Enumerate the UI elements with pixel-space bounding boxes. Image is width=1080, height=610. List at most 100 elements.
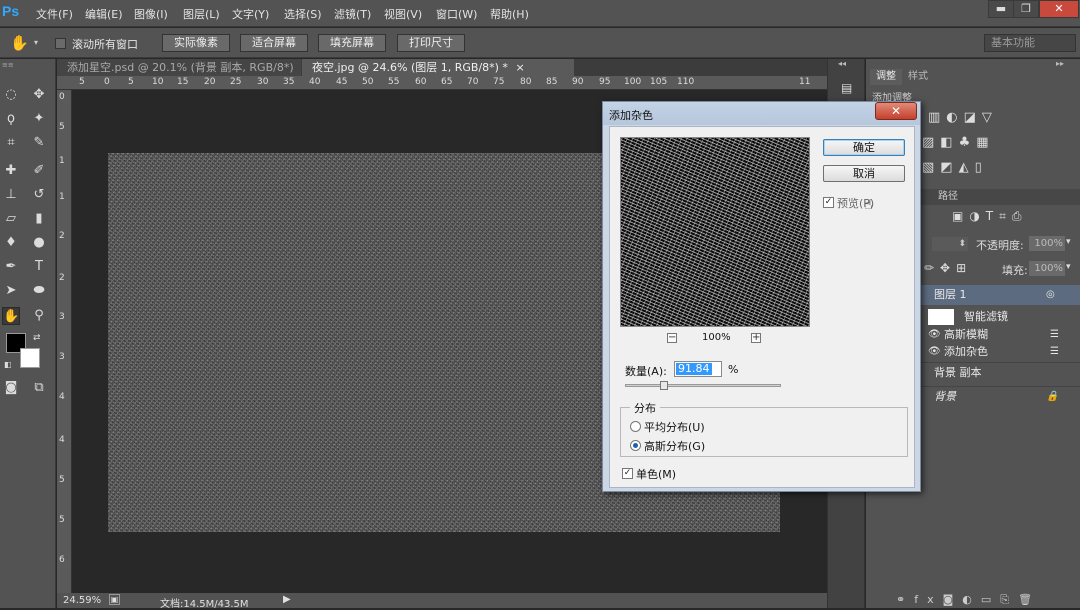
gaussian-radio[interactable] bbox=[630, 440, 641, 451]
tab-night-sky-jpg[interactable]: 夜空.jpg @ 24.6% (图层 1, RGB/8*) * × bbox=[302, 59, 574, 76]
restore-button[interactable]: ❐ bbox=[1013, 0, 1039, 18]
filter-options-icon[interactable]: ☰ bbox=[1050, 326, 1059, 343]
magic-wand-tool-icon[interactable]: ✦ bbox=[30, 110, 48, 128]
blur-tool-icon[interactable]: ♦ bbox=[2, 234, 20, 252]
hand-tool-icon[interactable]: ✋ bbox=[10, 34, 29, 52]
ruler-tick: 5 bbox=[59, 475, 65, 485]
pen-tool-icon[interactable]: ✒ bbox=[2, 258, 20, 276]
expand-arrows-icon[interactable]: ▸▸ bbox=[1056, 59, 1064, 68]
layer-bottom-toolbar[interactable]: ⚭fx◙◐▭⎘🗑 bbox=[896, 593, 1041, 607]
healing-brush-tool-icon[interactable]: ✚ bbox=[2, 162, 20, 180]
collapse-arrows-icon[interactable]: ◂◂ bbox=[838, 59, 846, 68]
ruler-tick: 6 bbox=[59, 555, 65, 565]
hand-tool-icon[interactable]: ✋ bbox=[2, 307, 20, 325]
minimize-button[interactable]: ▬ bbox=[988, 0, 1014, 18]
scroll-all-checkbox[interactable] bbox=[55, 38, 66, 49]
zoom-in-button[interactable]: + bbox=[751, 333, 761, 343]
menu-file[interactable]: 文件(F) bbox=[36, 6, 73, 22]
status-menu-arrow-icon[interactable]: ▶ bbox=[283, 594, 291, 605]
fill-dropdown-icon[interactable]: ▾ bbox=[1066, 262, 1071, 272]
fit-screen-button[interactable]: 适合屏幕 bbox=[240, 34, 308, 52]
crop-tool-icon[interactable]: ⌗ bbox=[2, 134, 20, 152]
eraser-tool-icon[interactable]: ▱ bbox=[2, 210, 20, 228]
menu-window[interactable]: 窗口(W) bbox=[436, 6, 477, 22]
amount-input[interactable]: 91.84 bbox=[674, 361, 722, 377]
visibility-eye-icon[interactable]: 👁 bbox=[928, 343, 941, 360]
menu-view[interactable]: 视图(V) bbox=[384, 6, 422, 22]
gradient-tool-icon[interactable]: ▮ bbox=[30, 210, 48, 228]
quick-mask-icon[interactable]: ◙ bbox=[2, 379, 20, 397]
actual-pixels-button[interactable]: 实际像素 bbox=[162, 34, 230, 52]
uniform-radio[interactable] bbox=[630, 421, 641, 432]
path-selection-tool-icon[interactable]: ➤ bbox=[2, 282, 20, 300]
ok-button[interactable]: 确定 bbox=[823, 139, 905, 156]
menu-image[interactable]: 图像(I) bbox=[134, 6, 168, 22]
dialog-title: 添加杂色 bbox=[609, 109, 653, 122]
blend-mode-select[interactable]: ⬍ bbox=[932, 237, 968, 251]
zoom-tool-icon[interactable]: ⚲ bbox=[30, 307, 48, 325]
move-tool-icon[interactable]: ✥ bbox=[30, 86, 48, 104]
workspace-select[interactable]: 基本功能 bbox=[984, 34, 1076, 52]
menu-filter[interactable]: 滤镜(T) bbox=[334, 6, 371, 22]
close-window-button[interactable]: ✕ bbox=[1039, 0, 1079, 18]
tab-adjustments[interactable]: 调整 bbox=[870, 69, 902, 85]
print-size-button[interactable]: 打印尺寸 bbox=[397, 34, 465, 52]
dialog-close-button[interactable]: ✕ bbox=[875, 102, 917, 120]
adjustment-icons-row-2[interactable]: ▨◧♣▦ bbox=[922, 135, 995, 150]
opacity-input[interactable]: 100% bbox=[1029, 236, 1065, 251]
tab-styles[interactable]: 样式 bbox=[902, 69, 934, 85]
menu-help[interactable]: 帮助(H) bbox=[490, 6, 529, 22]
default-colors-icon[interactable]: ◧ bbox=[4, 360, 12, 369]
tab-paths[interactable]: 路径 bbox=[932, 189, 964, 205]
tools-panel: ≡≡ ◌ ✥ ϙ ✦ ⌗ ✎ ✚ ✐ ⊥ ↺ ▱ ▮ ♦ ● ✒ T ➤ ⬬ ✋… bbox=[0, 59, 56, 608]
screen-mode-icon[interactable]: ⧉ bbox=[30, 379, 48, 397]
ruler-tick: 80 bbox=[520, 77, 532, 87]
tool-preset-arrow-icon[interactable]: ▾ bbox=[34, 38, 38, 47]
background-color-swatch[interactable] bbox=[20, 348, 40, 368]
zoom-level[interactable]: 24.59% bbox=[63, 595, 101, 606]
lock-icons[interactable]: ✏✥⊞ bbox=[924, 261, 972, 275]
adjustment-icons-row-3[interactable]: ▧◩◭▯ bbox=[922, 160, 988, 175]
adjustment-icons-row-1[interactable]: ▥◐◪▽ bbox=[928, 110, 998, 125]
cancel-button[interactable]: 取消 bbox=[823, 165, 905, 182]
ruler-tick: 55 bbox=[388, 77, 400, 87]
visibility-eye-icon[interactable]: 👁 bbox=[928, 326, 941, 343]
fill-screen-button[interactable]: 填充屏幕 bbox=[318, 34, 386, 52]
marquee-tool-icon[interactable]: ◌ bbox=[2, 86, 20, 104]
swap-colors-icon[interactable]: ⇄ bbox=[33, 333, 41, 343]
amount-slider-thumb[interactable] bbox=[660, 381, 668, 390]
history-brush-tool-icon[interactable]: ↺ bbox=[30, 186, 48, 204]
preview-checkbox[interactable]: ✓ bbox=[823, 197, 834, 208]
dialog-titlebar[interactable]: 添加杂色 ✕ bbox=[603, 102, 920, 125]
layer-name: 背景 副本 bbox=[934, 366, 982, 379]
ruler-tick: 60 bbox=[415, 77, 427, 87]
dodge-tool-icon[interactable]: ● bbox=[30, 234, 48, 252]
menu-layer[interactable]: 图层(L) bbox=[183, 6, 220, 22]
ellipse-tool-icon[interactable]: ⬬ bbox=[30, 282, 48, 300]
tab-close-icon[interactable]: × bbox=[515, 61, 524, 74]
ruler-tick: 45 bbox=[336, 77, 348, 87]
panel-grip-icon[interactable]: ≡≡ bbox=[2, 61, 52, 69]
menu-type[interactable]: 文字(Y) bbox=[232, 6, 269, 22]
filter-options-icon[interactable]: ☰ bbox=[1050, 343, 1059, 360]
clone-stamp-tool-icon[interactable]: ⊥ bbox=[2, 186, 20, 204]
menu-select[interactable]: 选择(S) bbox=[284, 6, 322, 22]
preview-zoom-value: 100% bbox=[702, 332, 731, 343]
brush-tool-icon[interactable]: ✐ bbox=[30, 162, 48, 180]
history-panel-icon[interactable]: ▤ bbox=[841, 81, 852, 95]
layer-filter-icons[interactable]: ▣◑T⌗⎙ bbox=[952, 209, 1028, 224]
status-info-icon[interactable]: ▣ bbox=[109, 594, 120, 605]
eyedropper-tool-icon[interactable]: ✎ bbox=[30, 134, 48, 152]
amount-slider-track[interactable] bbox=[625, 384, 781, 387]
noise-preview[interactable] bbox=[620, 137, 810, 327]
lasso-tool-icon[interactable]: ϙ bbox=[2, 110, 20, 128]
tab-star-sky-psd[interactable]: 添加星空.psd @ 20.1% (背景 副本, RGB/8*) * × bbox=[57, 59, 301, 91]
zoom-out-button[interactable]: − bbox=[667, 333, 677, 343]
type-tool-icon[interactable]: T bbox=[30, 258, 48, 276]
ruler-tick: 5 bbox=[128, 77, 134, 87]
fill-input[interactable]: 100% bbox=[1029, 261, 1065, 276]
monochromatic-checkbox[interactable]: ✓ bbox=[622, 468, 633, 479]
menu-edit[interactable]: 编辑(E) bbox=[85, 6, 123, 22]
ruler-top: 5 0 5 10 15 20 25 30 35 40 45 50 55 60 6… bbox=[57, 76, 827, 90]
opacity-dropdown-icon[interactable]: ▾ bbox=[1066, 237, 1071, 247]
